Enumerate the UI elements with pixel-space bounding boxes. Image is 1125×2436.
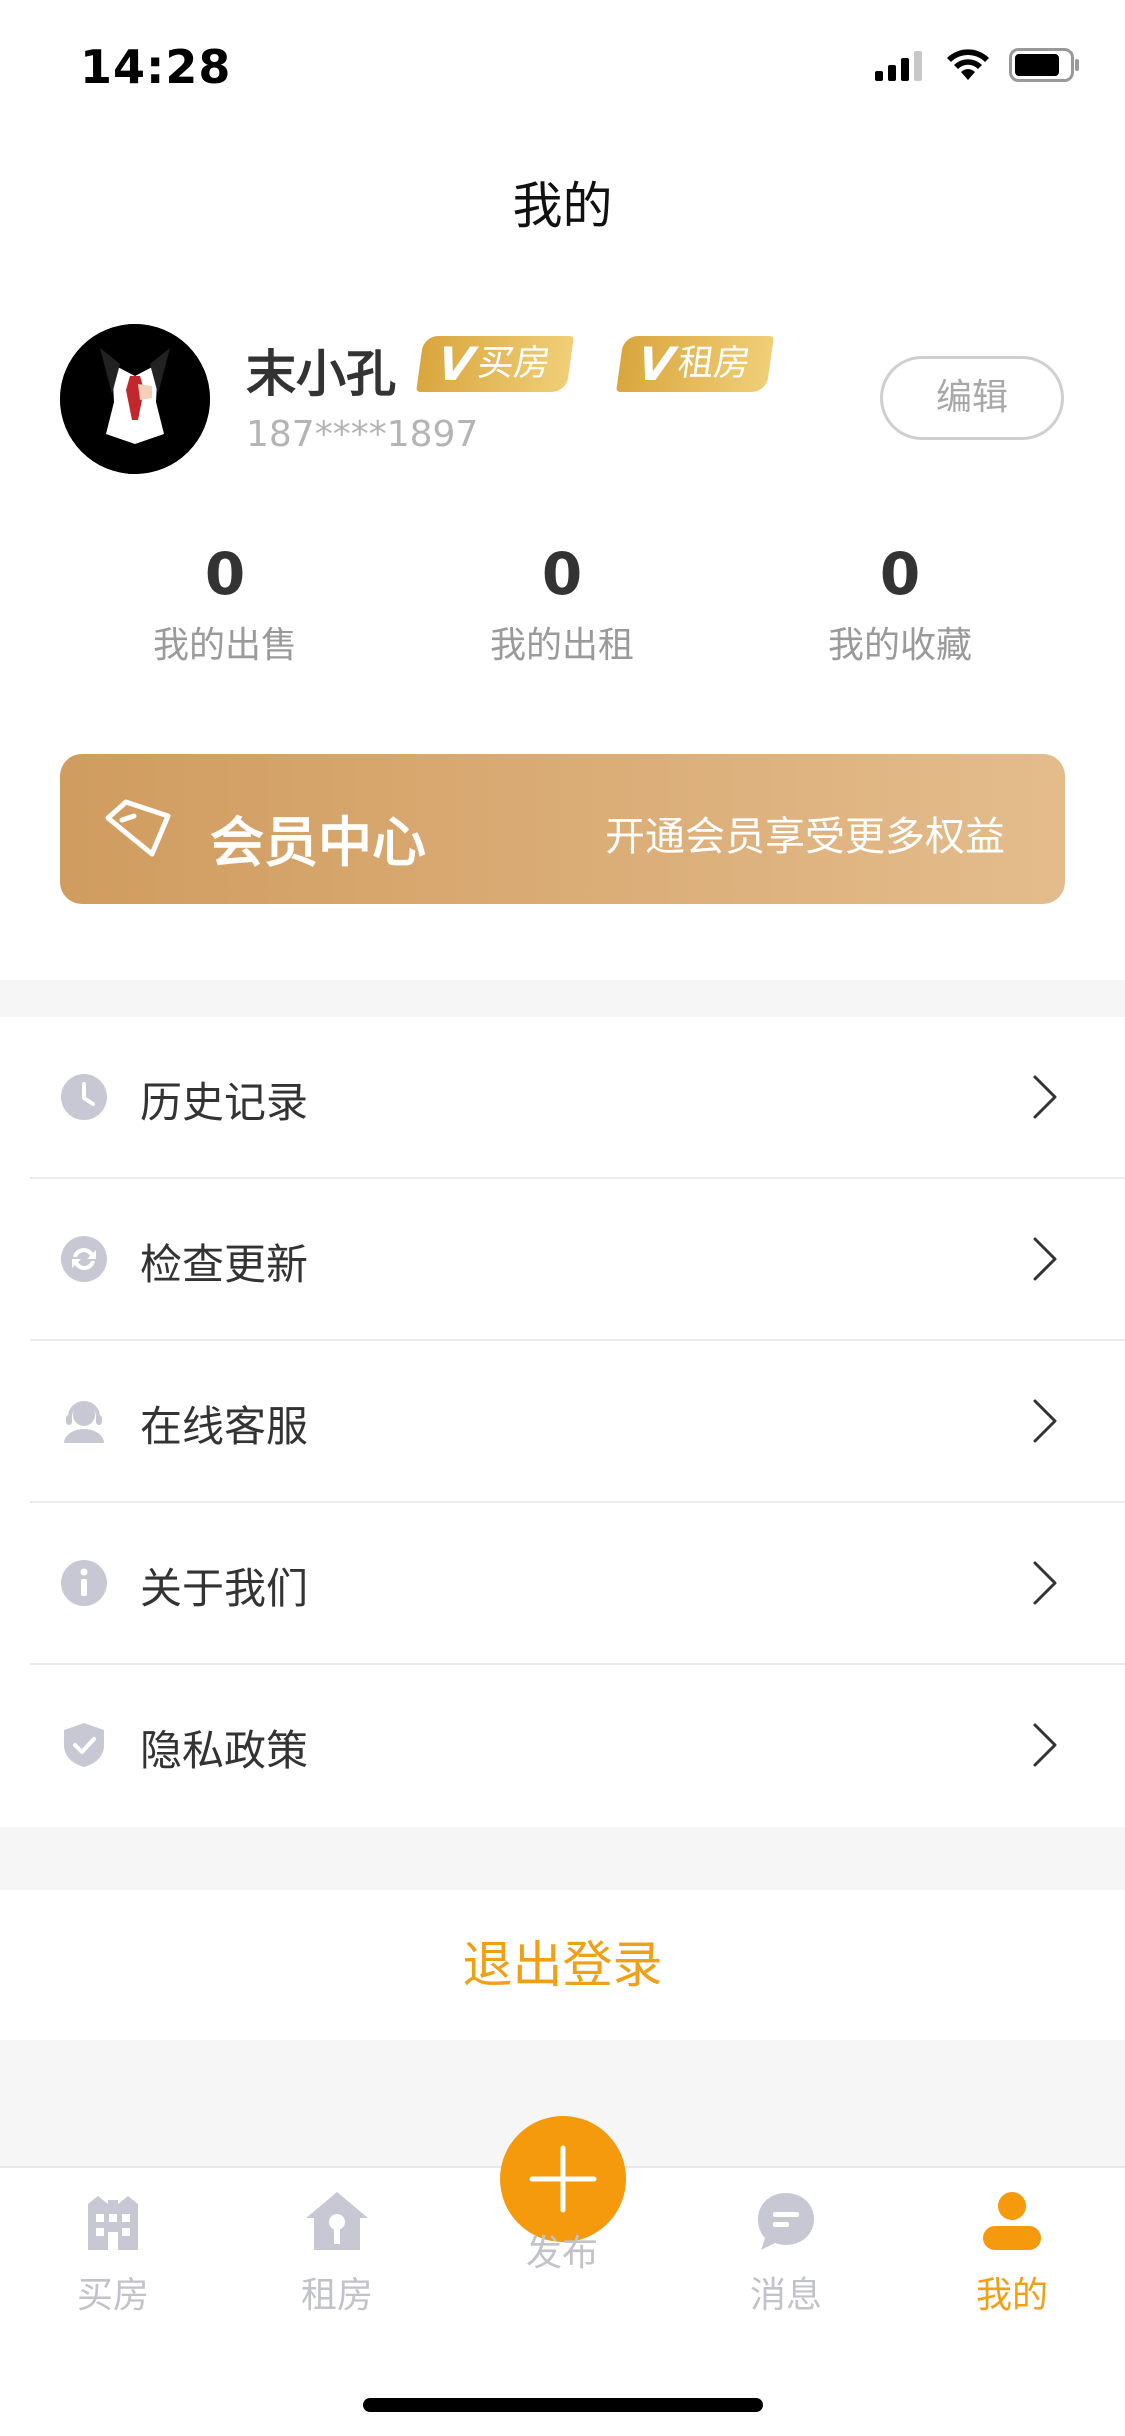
phone-number: 187****1897: [246, 414, 479, 455]
menu-item-label: 关于我们: [140, 1564, 309, 1613]
battery-icon: [1009, 48, 1079, 82]
vip-mark: V: [634, 337, 678, 391]
chevron-right-icon: [1033, 1399, 1057, 1443]
shield-icon: [64, 1723, 104, 1767]
menu-item-label: 历史记录: [140, 1078, 309, 1127]
menu-item-check-update[interactable]: 检查更新: [0, 1179, 1125, 1341]
chevron-right-icon: [1033, 1723, 1057, 1767]
stat-label: 我的出租: [489, 625, 634, 666]
menu-item-label: 检查更新: [140, 1240, 309, 1289]
tab-label: 我的: [975, 2275, 1048, 2316]
clock-icon: [61, 1074, 107, 1120]
tab-messages[interactable]: 消息: [706, 2190, 866, 2318]
avatar[interactable]: [60, 324, 210, 474]
vip-badge-buy: V 买房: [416, 336, 574, 392]
tab-label: 买房: [76, 2275, 149, 2316]
stat-value: 0: [879, 540, 921, 608]
page-title: 我的: [512, 177, 613, 235]
member-center-banner[interactable]: 会员中心 开通会员享受更多权益: [60, 754, 1065, 904]
tab-buy-house[interactable]: 买房: [33, 2190, 193, 2318]
tab-label: 消息: [749, 2275, 822, 2316]
stat-value: 0: [204, 540, 246, 608]
tab-label: 发布: [525, 2233, 598, 2274]
diamond-tag-icon: [105, 799, 171, 857]
tab-mine[interactable]: 我的: [932, 2190, 1092, 2318]
refresh-icon: [61, 1236, 107, 1282]
menu-item-customer-service[interactable]: 在线客服: [0, 1341, 1125, 1503]
menu-item-history[interactable]: 历史记录: [0, 1017, 1125, 1179]
menu-item-label: 在线客服: [140, 1402, 309, 1451]
nav-bar: 我的: [0, 140, 1125, 250]
member-center-subtitle: 开通会员享受更多权益: [605, 814, 1005, 860]
chevron-right-icon: [1033, 1561, 1057, 1605]
profile-section: 末小孔 V 买房 V 租房 187****1897 编辑 0 我的出售 0 我的…: [0, 250, 1125, 980]
customer-service-icon: [64, 1401, 104, 1443]
stat-label: 我的出售: [152, 625, 297, 666]
vip-badge-label: 买房: [475, 343, 553, 384]
stat-my-favorites[interactable]: 0 我的收藏: [750, 540, 1050, 668]
home-indicator: [363, 2398, 763, 2412]
house-key-icon: [306, 2192, 368, 2250]
tab-post[interactable]: 发布: [482, 2214, 642, 2276]
stat-my-sales[interactable]: 0 我的出售: [75, 540, 375, 668]
person-icon: [983, 2192, 1041, 2250]
tab-label: 租房: [300, 2275, 373, 2316]
vip-badge-rent: V 租房: [616, 336, 774, 392]
status-icons: [875, 48, 1081, 82]
info-icon: [61, 1560, 107, 1606]
settings-menu: 历史记录 检查更新 在线客服 关于我们 隐私政策: [0, 1017, 1125, 1827]
chevron-right-icon: [1033, 1237, 1057, 1281]
stats-row: 0 我的出售 0 我的出租 0 我的收藏: [0, 540, 1125, 700]
vip-mark: V: [434, 337, 478, 391]
signal-icon: [875, 51, 922, 81]
chat-icon: [758, 2193, 814, 2250]
username: 末小孔: [246, 345, 396, 403]
avatar-image: [60, 324, 210, 474]
stat-my-rentals[interactable]: 0 我的出租: [412, 540, 712, 668]
building-icon: [88, 2196, 138, 2250]
menu-item-label: 隐私政策: [140, 1726, 309, 1775]
edit-profile-button[interactable]: 编辑: [880, 356, 1064, 440]
logout-button[interactable]: 退出登录: [0, 1890, 1125, 2040]
chevron-right-icon: [1033, 1075, 1057, 1119]
stat-label: 我的收藏: [827, 625, 972, 666]
menu-item-privacy-policy[interactable]: 隐私政策: [0, 1665, 1125, 1827]
tab-rent-house[interactable]: 租房: [257, 2190, 417, 2318]
stat-value: 0: [541, 540, 583, 608]
member-center-title: 会员中心: [210, 811, 426, 874]
status-time: 14:28: [80, 40, 232, 94]
tab-bar: 买房 租房 发布 消息 我的: [0, 2116, 1125, 2436]
wifi-icon: [947, 49, 989, 80]
menu-item-about-us[interactable]: 关于我们: [0, 1503, 1125, 1665]
status-bar: 14:28: [0, 0, 1125, 140]
vip-badge-label: 租房: [675, 343, 753, 384]
